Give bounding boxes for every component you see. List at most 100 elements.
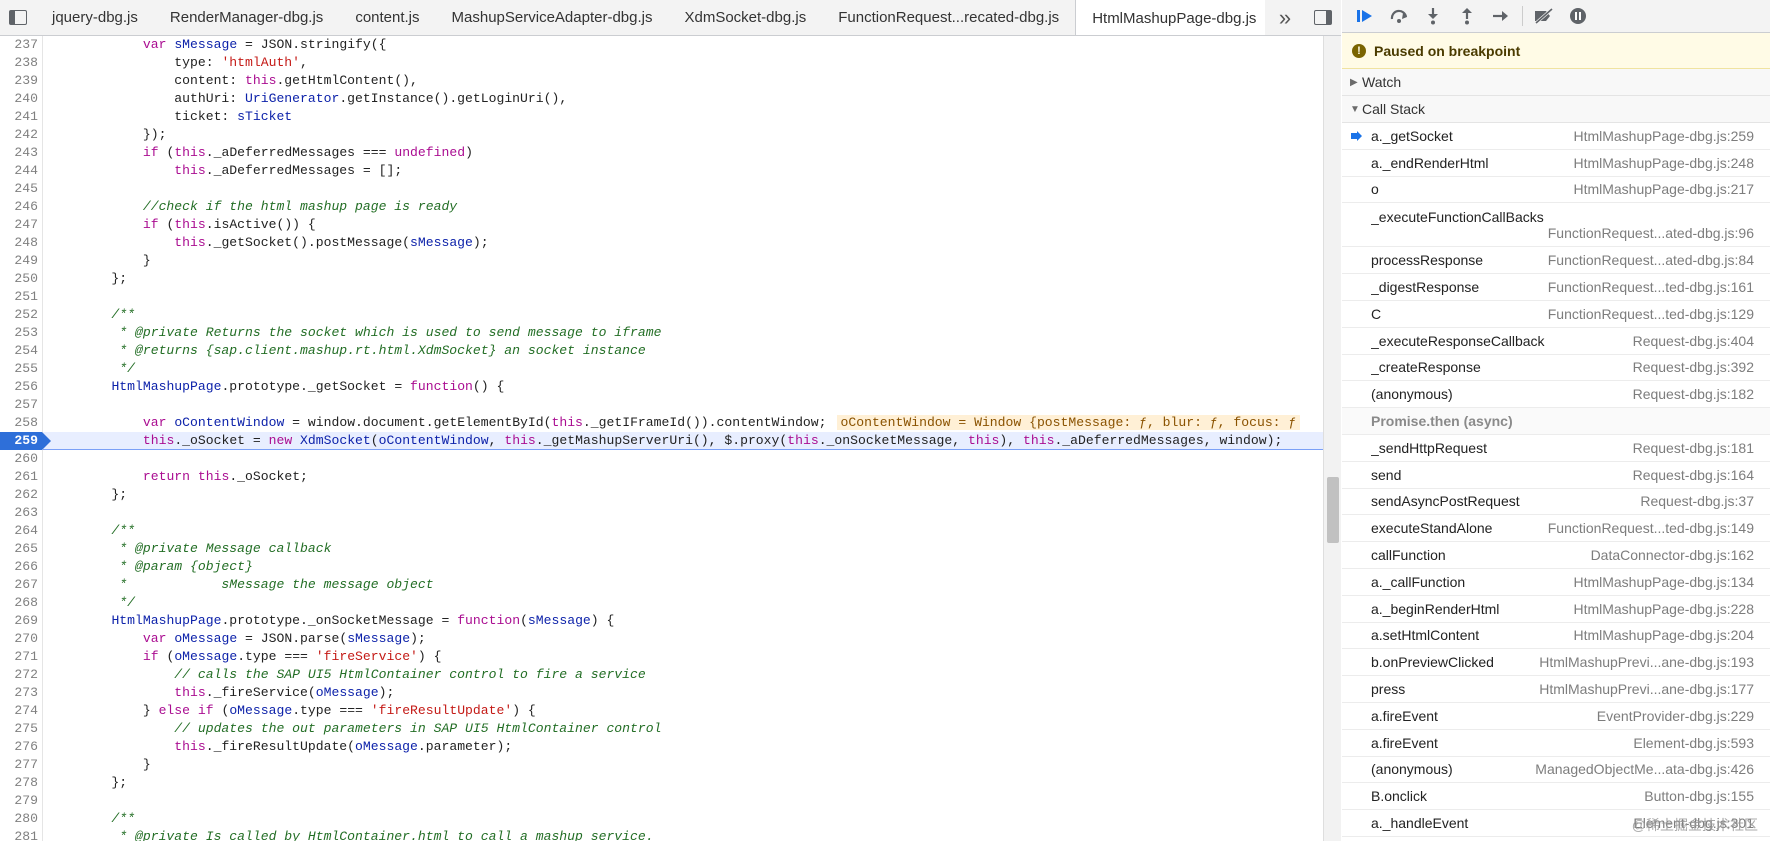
call-frame[interactable]: a._beginRenderHtml HtmlMashupPage-dbg.js:… — [1342, 596, 1770, 623]
line-number[interactable]: 239 — [0, 72, 42, 90]
code-line[interactable]: 237 var sMessage = JSON.stringify({ — [0, 36, 1323, 54]
frame-location-link[interactable]: Request-dbg.js:392 — [1633, 359, 1754, 375]
line-number[interactable]: 254 — [0, 342, 42, 360]
line-number[interactable]: 279 — [0, 792, 42, 810]
frame-location-link[interactable]: Request-dbg.js:404 — [1633, 333, 1754, 349]
code-line[interactable]: 263 — [0, 504, 1323, 522]
line-number[interactable]: 278 — [0, 774, 42, 792]
call-frame[interactable]: (anonymous) Request-dbg.js:182 — [1342, 381, 1770, 409]
line-number[interactable]: 247 — [0, 216, 42, 234]
frame-location-link[interactable]: FunctionRequest...ated-dbg.js:96 — [1371, 225, 1754, 241]
code-line[interactable]: 239 content: this.getHtmlContent(), — [0, 72, 1323, 90]
tab-file[interactable]: content.js — [339, 0, 435, 35]
tab-file[interactable]: HtmlMashupPage-dbg.js × — [1075, 0, 1265, 35]
code-line[interactable]: 250 }; — [0, 270, 1323, 288]
call-frame[interactable]: (anonymous) ManagedObjectMe...ata-dbg.js:… — [1342, 757, 1770, 784]
code-line[interactable]: 254 * @returns {sap.client.mashup.rt.htm… — [0, 342, 1323, 360]
editor-scrollbar-thumb[interactable] — [1327, 477, 1339, 543]
frame-location-link[interactable]: HtmlMashupPage-dbg.js:134 — [1573, 574, 1754, 590]
line-number[interactable]: 249 — [0, 252, 42, 270]
line-number[interactable]: 269 — [0, 612, 42, 630]
code-line[interactable]: 251 — [0, 288, 1323, 306]
frame-location-link[interactable]: HtmlMashupPage-dbg.js:248 — [1573, 155, 1754, 171]
code-editor[interactable]: 237 var sMessage = JSON.stringify({238 t… — [0, 36, 1323, 841]
frame-location-link[interactable]: FunctionRequest...ted-dbg.js:129 — [1548, 306, 1754, 322]
code-line[interactable]: 238 type: 'htmlAuth', — [0, 54, 1323, 72]
frame-location-link[interactable]: EventProvider-dbg.js:229 — [1597, 708, 1754, 724]
line-number[interactable]: 240 — [0, 90, 42, 108]
step-over-button[interactable] — [1382, 1, 1416, 31]
code-line[interactable]: 278 }; — [0, 774, 1323, 792]
code-line[interactable]: 260 — [0, 450, 1323, 468]
frame-location-link[interactable]: Request-dbg.js:182 — [1633, 386, 1754, 402]
tab-file[interactable]: RenderManager-dbg.js — [154, 0, 339, 35]
line-number[interactable]: 253 — [0, 324, 42, 342]
step-out-button[interactable] — [1450, 1, 1484, 31]
line-number[interactable]: 252 — [0, 306, 42, 324]
call-frame[interactable]: a.fireEvent Element-dbg.js:593 — [1342, 730, 1770, 757]
code-line[interactable]: 265 * @private Message callback — [0, 540, 1323, 558]
code-line[interactable]: 252 /** — [0, 306, 1323, 324]
code-line[interactable]: 258 var oContentWindow = window.document… — [0, 414, 1323, 432]
call-frame[interactable]: executeStandAlone FunctionRequest...ted-d… — [1342, 515, 1770, 543]
code-line[interactable]: 269 HtmlMashupPage.prototype._onSocketMe… — [0, 612, 1323, 630]
call-frame[interactable]: _executeResponseCallback Request-dbg.js:4… — [1342, 328, 1770, 355]
more-tabs-button[interactable]: » — [1265, 0, 1305, 35]
call-frame[interactable]: a._endRenderHtml HtmlMashupPage-dbg.js:24… — [1342, 150, 1770, 177]
line-number[interactable]: 259 — [0, 432, 51, 450]
line-number[interactable]: 242 — [0, 126, 42, 144]
code-line[interactable]: 279 — [0, 792, 1323, 810]
code-line[interactable]: 277 } — [0, 756, 1323, 774]
frame-location-link[interactable]: HtmlMashupPage-dbg.js:204 — [1573, 627, 1754, 643]
frame-location-link[interactable]: HtmlMashupPage-dbg.js:259 — [1573, 128, 1754, 144]
code-line[interactable]: 246 //check if the html mashup page is r… — [0, 198, 1323, 216]
watch-section-header[interactable]: ▶ Watch — [1342, 69, 1770, 96]
line-number[interactable]: 262 — [0, 486, 42, 504]
line-number[interactable]: 244 — [0, 162, 42, 180]
line-number[interactable]: 258 — [0, 414, 42, 432]
frame-location-link[interactable]: Element-dbg.js:593 — [1633, 735, 1754, 751]
code-line[interactable]: 242 }); — [0, 126, 1323, 144]
deactivate-breakpoints-button[interactable] — [1527, 1, 1561, 31]
frame-location-link[interactable]: Request-dbg.js:37 — [1640, 493, 1754, 509]
callstack-section-header[interactable]: ▼ Call Stack — [1342, 96, 1770, 123]
line-number[interactable]: 275 — [0, 720, 42, 738]
code-line[interactable]: 281 * @private Is called by HtmlContaine… — [0, 828, 1323, 841]
line-number[interactable]: 265 — [0, 540, 42, 558]
code-line[interactable]: 261 return this._oSocket; — [0, 468, 1323, 486]
line-number[interactable]: 274 — [0, 702, 42, 720]
toggle-debugger-button[interactable] — [1305, 0, 1341, 35]
frame-location-link[interactable]: Request-dbg.js:181 — [1633, 440, 1754, 456]
code-line[interactable]: 253 * @private Returns the socket which … — [0, 324, 1323, 342]
call-frame[interactable]: _createResponse Request-dbg.js:392 — [1342, 355, 1770, 382]
line-number[interactable]: 243 — [0, 144, 42, 162]
code-line[interactable]: 267 * sMessage the message object — [0, 576, 1323, 594]
line-number[interactable]: 246 — [0, 198, 42, 216]
call-frame[interactable]: a._callFunction HtmlMashupPage-dbg.js:134 — [1342, 569, 1770, 596]
line-number[interactable]: 264 — [0, 522, 42, 540]
code-line[interactable]: 266 * @param {object} — [0, 558, 1323, 576]
frame-location-link[interactable]: Button-dbg.js:155 — [1644, 788, 1754, 804]
line-number[interactable]: 263 — [0, 504, 42, 522]
line-number[interactable]: 238 — [0, 54, 42, 72]
line-number[interactable]: 241 — [0, 108, 42, 126]
code-line[interactable]: 273 this._fireService(oMessage); — [0, 684, 1323, 702]
frame-location-link[interactable]: HtmlMashupPage-dbg.js:217 — [1573, 181, 1754, 197]
tab-file[interactable]: FunctionRequest...recated-dbg.js — [822, 0, 1075, 35]
step-into-button[interactable] — [1416, 1, 1450, 31]
frame-location-link[interactable]: HtmlMashupPrevi...ane-dbg.js:177 — [1539, 681, 1754, 697]
code-line[interactable]: 280 /** — [0, 810, 1323, 828]
toggle-navigator-button[interactable] — [0, 0, 36, 35]
frame-location-link[interactable]: FunctionRequest...ted-dbg.js:161 — [1548, 279, 1754, 295]
line-number[interactable]: 237 — [0, 36, 42, 54]
line-number[interactable]: 268 — [0, 594, 42, 612]
frame-location-link[interactable]: HtmlMashupPage-dbg.js:228 — [1573, 601, 1754, 617]
line-number[interactable]: 248 — [0, 234, 42, 252]
code-line[interactable]: 271 if (oMessage.type === 'fireService')… — [0, 648, 1323, 666]
line-number[interactable]: 250 — [0, 270, 42, 288]
code-line[interactable]: 276 this._fireResultUpdate(oMessage.para… — [0, 738, 1323, 756]
frame-location-link[interactable]: DataConnector-dbg.js:162 — [1591, 547, 1754, 563]
close-icon[interactable]: × — [1264, 10, 1265, 27]
call-frame[interactable]: B.onclick Button-dbg.js:155 — [1342, 783, 1770, 811]
code-line[interactable]: 256 HtmlMashupPage.prototype._getSocket … — [0, 378, 1323, 396]
